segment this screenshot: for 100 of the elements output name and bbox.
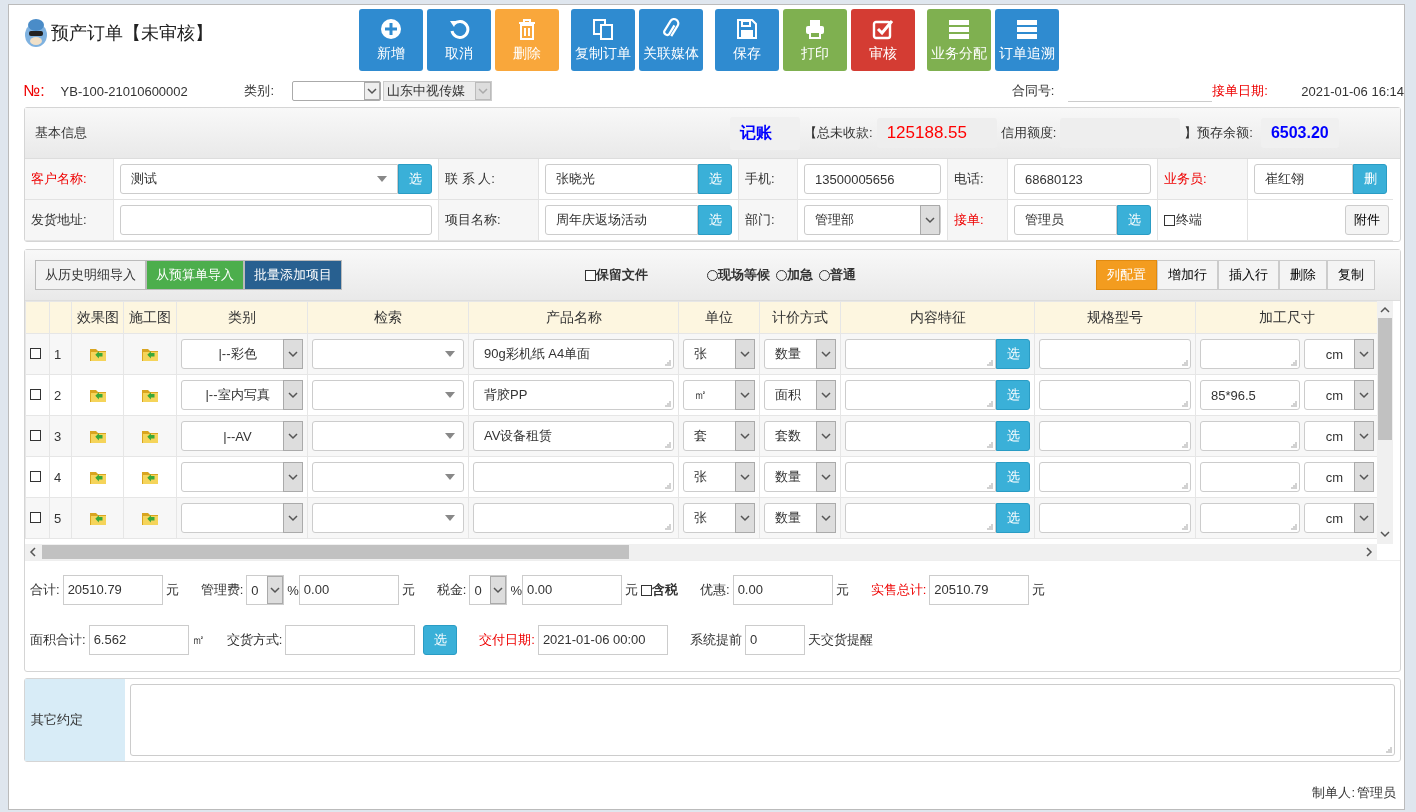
search-dropdown[interactable] (312, 421, 464, 451)
text-area[interactable] (1200, 503, 1300, 533)
checkbox[interactable] (641, 584, 652, 596)
text-area[interactable] (845, 421, 996, 451)
text-area[interactable] (845, 503, 996, 533)
caret-icon (816, 339, 836, 369)
import-button[interactable]: 批量添加项目 (244, 260, 342, 290)
text-area[interactable] (1039, 339, 1191, 369)
input-field[interactable]: 0.00 (732, 575, 833, 605)
toolbar-button[interactable]: 复制订单 (571, 9, 635, 71)
caret-icon (816, 421, 836, 451)
toolbar-button[interactable]: 新增 (359, 9, 423, 71)
input-field[interactable]: 13500005656 (804, 164, 941, 194)
toolbar-button[interactable]: 增加行 (1157, 260, 1218, 290)
text-area[interactable] (1039, 380, 1191, 410)
input-field[interactable]: 张晓光 (545, 164, 698, 194)
search-dropdown[interactable] (312, 462, 464, 492)
dropdown[interactable]: 0 (246, 575, 285, 605)
category-dropdown[interactable]: |--彩色 (181, 339, 303, 369)
dropdown[interactable]: 管理部 (804, 205, 941, 235)
search-dropdown[interactable] (312, 380, 464, 410)
input-field[interactable]: 管理员 (1014, 205, 1117, 235)
input-field[interactable]: 6.562 (88, 625, 189, 655)
checkbox[interactable] (30, 388, 41, 400)
radio-label: 加急 (787, 266, 813, 284)
unit-dropdown[interactable]: cm (1304, 380, 1374, 410)
import-button[interactable]: 从历史明细导入 (35, 260, 146, 290)
input-field[interactable]: 0.00 (522, 575, 622, 605)
text-area[interactable]: 90g彩机纸 A4单面 (473, 339, 674, 369)
checkbox[interactable] (30, 347, 41, 359)
unit-dropdown[interactable]: 张 (683, 503, 755, 533)
row-number: 5 (54, 510, 62, 526)
category-select[interactable] (291, 81, 381, 101)
pricing-dropdown[interactable]: 数量 (764, 339, 836, 369)
checkbox[interactable] (30, 470, 41, 482)
toolbar-button[interactable]: 审核 (851, 9, 915, 71)
toolbar-button[interactable]: 插入行 (1218, 260, 1279, 290)
checkbox[interactable] (30, 511, 41, 523)
resize-grip-icon (1291, 483, 1297, 489)
text-area[interactable] (130, 684, 1395, 756)
category-dropdown[interactable]: |--室内写真 (181, 380, 303, 410)
unit-dropdown[interactable]: cm (1304, 339, 1374, 369)
dropdown-arrow-icon (445, 433, 455, 439)
search-dropdown[interactable] (312, 503, 464, 533)
text-area[interactable] (1200, 462, 1300, 492)
input-field[interactable]: 崔红翎 (1254, 164, 1353, 194)
checkbox[interactable] (585, 269, 596, 281)
input-field[interactable]: 0.00 (298, 575, 399, 605)
unit-dropdown[interactable]: 张 (683, 339, 755, 369)
attachment-button[interactable]: 附件 (1345, 205, 1389, 235)
pricing-dropdown[interactable]: 面积 (764, 380, 836, 410)
input-field[interactable]: 0 (744, 625, 805, 655)
text-area[interactable]: AV设备租赁 (473, 421, 674, 451)
input-field[interactable]: 20510.79 (929, 575, 1030, 605)
text-area[interactable] (1039, 503, 1191, 533)
text-area[interactable] (845, 462, 996, 492)
text-area[interactable] (473, 503, 674, 533)
pricing-dropdown[interactable]: 数量 (764, 503, 836, 533)
dropdown[interactable]: 测试 (120, 164, 398, 194)
text-area[interactable]: 背胶PP (473, 380, 674, 410)
unit-dropdown[interactable]: ㎡ (683, 380, 755, 410)
toolbar-button[interactable]: 订单追溯 (995, 9, 1059, 71)
text-area[interactable] (845, 380, 996, 410)
input-field[interactable]: 2021-01-06 00:00 (537, 625, 668, 655)
checkbox[interactable] (1164, 214, 1175, 226)
input-field[interactable] (120, 205, 432, 235)
input-field[interactable] (285, 625, 416, 655)
category-dropdown[interactable]: |--AV (181, 421, 303, 451)
unit-dropdown[interactable]: cm (1304, 421, 1374, 451)
text-area[interactable] (1039, 462, 1191, 492)
checkbox[interactable] (30, 429, 41, 441)
text-area[interactable] (845, 339, 996, 369)
toolbar-button[interactable]: 复制 (1327, 260, 1375, 290)
text-area[interactable] (1039, 421, 1191, 451)
caret-icon (363, 82, 380, 100)
toolbar-button[interactable]: 取消 (427, 9, 491, 71)
unit-dropdown[interactable]: 套 (683, 421, 755, 451)
text-area[interactable] (473, 462, 674, 492)
category-dropdown[interactable] (181, 503, 303, 533)
unit-dropdown[interactable]: cm (1304, 503, 1374, 533)
search-dropdown[interactable] (312, 339, 464, 369)
category-dropdown[interactable] (181, 462, 303, 492)
text-area[interactable]: 85*96.5 (1200, 380, 1300, 410)
pricing-dropdown[interactable]: 套数 (764, 421, 836, 451)
field-label: 发货地址: (31, 211, 87, 229)
unit-dropdown[interactable]: 张 (683, 462, 755, 492)
toolbar-button[interactable]: 保存 (715, 9, 779, 71)
toolbar-button[interactable]: 删除 (1279, 260, 1327, 290)
input-field[interactable]: 20510.79 (62, 575, 163, 605)
input-field[interactable]: 68680123 (1014, 164, 1151, 194)
dropdown[interactable]: 0 (469, 575, 508, 605)
pricing-dropdown[interactable]: 数量 (764, 462, 836, 492)
company-select[interactable]: 山东中视传媒 (382, 81, 492, 101)
text-area[interactable] (1200, 339, 1300, 369)
toolbar-button[interactable]: 关联媒体 (639, 9, 703, 71)
text-area[interactable] (1200, 421, 1300, 451)
field-label: 部门: (745, 211, 775, 229)
unit-dropdown[interactable]: cm (1304, 462, 1374, 492)
caret-icon (816, 462, 836, 492)
input-field[interactable]: 周年庆返场活动 (545, 205, 698, 235)
